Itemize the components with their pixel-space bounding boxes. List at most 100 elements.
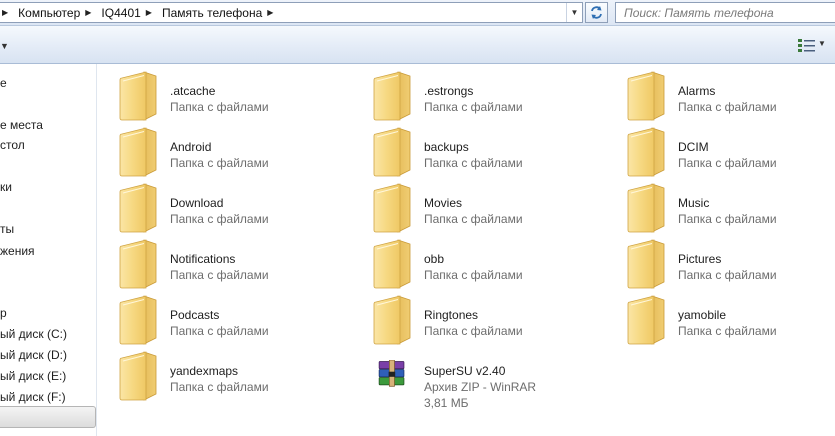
file-type: Папка с файлами [424, 324, 523, 338]
file-name[interactable]: .atcache [170, 84, 215, 98]
file-name[interactable]: .estrongs [424, 84, 473, 98]
file-name[interactable]: Notifications [170, 252, 235, 266]
folder-icon [373, 295, 411, 345]
nav-item-libraries[interactable]: ки [0, 180, 12, 194]
crumb-storage[interactable]: Память телефона ▶ [158, 3, 279, 22]
folder-icon [627, 71, 665, 121]
crumb-label[interactable]: IQ4401 [97, 6, 143, 20]
file-type: Папка с файлами [424, 156, 523, 170]
folder-icon [119, 71, 157, 121]
folder-item[interactable]: Pictures Папка с файлами [626, 238, 835, 292]
file-name[interactable]: Ringtones [424, 308, 478, 322]
file-type: Папка с файлами [170, 324, 269, 338]
crumb-arrow-icon[interactable]: ▶ [144, 8, 158, 17]
crumb-arrow-icon[interactable]: ▶ [0, 8, 14, 17]
folder-icon [627, 239, 665, 289]
file-name[interactable]: SuperSU v2.40 [424, 364, 505, 378]
folder-icon [119, 239, 157, 289]
file-type: Папка с файлами [170, 268, 269, 282]
folder-item[interactable]: Android Папка с файлами [118, 126, 368, 180]
folder-icon [373, 71, 411, 121]
folder-item[interactable]: .estrongs Папка с файлами [372, 70, 622, 124]
folder-icon [627, 183, 665, 233]
address-bar[interactable]: ▶ Компьютер ▶ IQ4401 ▶ Память телефона ▶… [0, 2, 583, 23]
crumb-arrow-icon[interactable]: ▶ [265, 8, 279, 17]
folder-item[interactable]: yandexmaps Папка с файлами [118, 350, 368, 404]
folder-icon [119, 127, 157, 177]
file-type: Папка с файлами [678, 156, 777, 170]
file-name[interactable]: yamobile [678, 308, 726, 322]
file-name[interactable]: Movies [424, 196, 462, 210]
search-input[interactable] [616, 3, 835, 22]
folder-item[interactable]: yamobile Папка с файлами [626, 294, 835, 348]
file-name[interactable]: Android [170, 140, 211, 154]
file-type: Папка с файлами [678, 212, 777, 226]
file-type: Папка с файлами [424, 268, 523, 282]
folder-icon [119, 183, 157, 233]
crumb-device[interactable]: IQ4401 ▶ [97, 3, 158, 22]
nav-item-documents[interactable]: ты [0, 222, 14, 236]
folder-icon [373, 183, 411, 233]
file-name[interactable]: Alarms [678, 84, 715, 98]
folder-item[interactable]: obb Папка с файлами [372, 238, 622, 292]
crumb-label[interactable]: Компьютер [14, 6, 83, 20]
folder-item[interactable]: backups Папка с файлами [372, 126, 622, 180]
folder-item[interactable]: Music Папка с файлами [626, 182, 835, 236]
crumb-computer[interactable]: Компьютер ▶ [14, 3, 97, 22]
crumb-arrow-icon[interactable]: ▶ [83, 8, 97, 17]
file-name[interactable]: Music [678, 196, 709, 210]
horizontal-scrollbar[interactable] [0, 406, 96, 428]
nav-item-drive-c[interactable]: ый диск (C:) [0, 327, 67, 341]
organize-dropdown-icon[interactable]: ▼ [0, 41, 9, 51]
refresh-icon [591, 6, 602, 19]
file-type: Папка с файлами [170, 156, 269, 170]
folder-item[interactable]: Alarms Папка с файлами [626, 70, 835, 124]
file-type: Папка с файлами [678, 324, 777, 338]
folder-item[interactable]: Ringtones Папка с файлами [372, 294, 622, 348]
folder-icon [119, 351, 157, 401]
folder-item[interactable]: Podcasts Папка с файлами [118, 294, 368, 348]
folder-item[interactable]: Download Папка с файлами [118, 182, 368, 236]
folder-icon [373, 127, 411, 177]
folder-item[interactable]: .atcache Папка с файлами [118, 70, 368, 124]
file-name[interactable]: Pictures [678, 252, 721, 266]
command-bar: ▼ ▼ [0, 26, 835, 64]
crumb-lead[interactable]: ▶ [0, 3, 14, 22]
folder-item[interactable]: Movies Папка с файлами [372, 182, 622, 236]
folder-item[interactable]: DCIM Папка с файлами [626, 126, 835, 180]
file-name[interactable]: yandexmaps [170, 364, 238, 378]
nav-item-recent-places[interactable]: е места [0, 118, 43, 132]
file-name[interactable]: backups [424, 140, 469, 154]
file-type: Папка с файлами [678, 100, 777, 114]
nav-item-drive-d[interactable]: ый диск (D:) [0, 348, 67, 362]
address-toolbar: ▶ Компьютер ▶ IQ4401 ▶ Память телефона ▶… [0, 0, 835, 26]
file-type: Архив ZIP - WinRAR [424, 380, 537, 394]
file-name[interactable]: Podcasts [170, 308, 219, 322]
file-type: Папка с файлами [170, 100, 269, 114]
file-type: Папка с файлами [678, 268, 777, 282]
file-type: Папка с файлами [170, 212, 269, 226]
winrar-archive-icon [378, 360, 405, 387]
file-type: Папка с файлами [424, 212, 523, 226]
view-options-dropdown-icon[interactable]: ▼ [818, 39, 826, 48]
file-name[interactable]: DCIM [678, 140, 709, 154]
folder-icon [627, 295, 665, 345]
refresh-button[interactable] [585, 2, 608, 23]
file-name[interactable]: obb [424, 252, 444, 266]
change-view-icon[interactable] [797, 37, 817, 53]
file-size: 3,81 МБ [424, 396, 469, 410]
archive-item[interactable]: SuperSU v2.40 Архив ZIP - WinRAR 3,81 МБ [372, 350, 622, 410]
nav-item-drive-e[interactable]: ый диск (E:) [0, 369, 66, 383]
nav-item[interactable]: е [0, 76, 7, 90]
nav-item-images[interactable]: жения [0, 244, 35, 258]
nav-item-computer[interactable]: р [0, 306, 7, 320]
navigation-pane: е е места стол ки ты жения р ый диск (C:… [0, 64, 97, 436]
folder-item[interactable]: Notifications Папка с файлами [118, 238, 368, 292]
crumb-label[interactable]: Память телефона [158, 6, 265, 20]
nav-item-drive-f[interactable]: ый диск (F:) [0, 390, 66, 404]
address-history-dropdown-icon[interactable]: ▼ [566, 3, 582, 22]
nav-item-desktop[interactable]: стол [0, 138, 25, 152]
file-type: Папка с файлами [424, 100, 523, 114]
file-name[interactable]: Download [170, 196, 223, 210]
search-box[interactable] [615, 2, 835, 23]
